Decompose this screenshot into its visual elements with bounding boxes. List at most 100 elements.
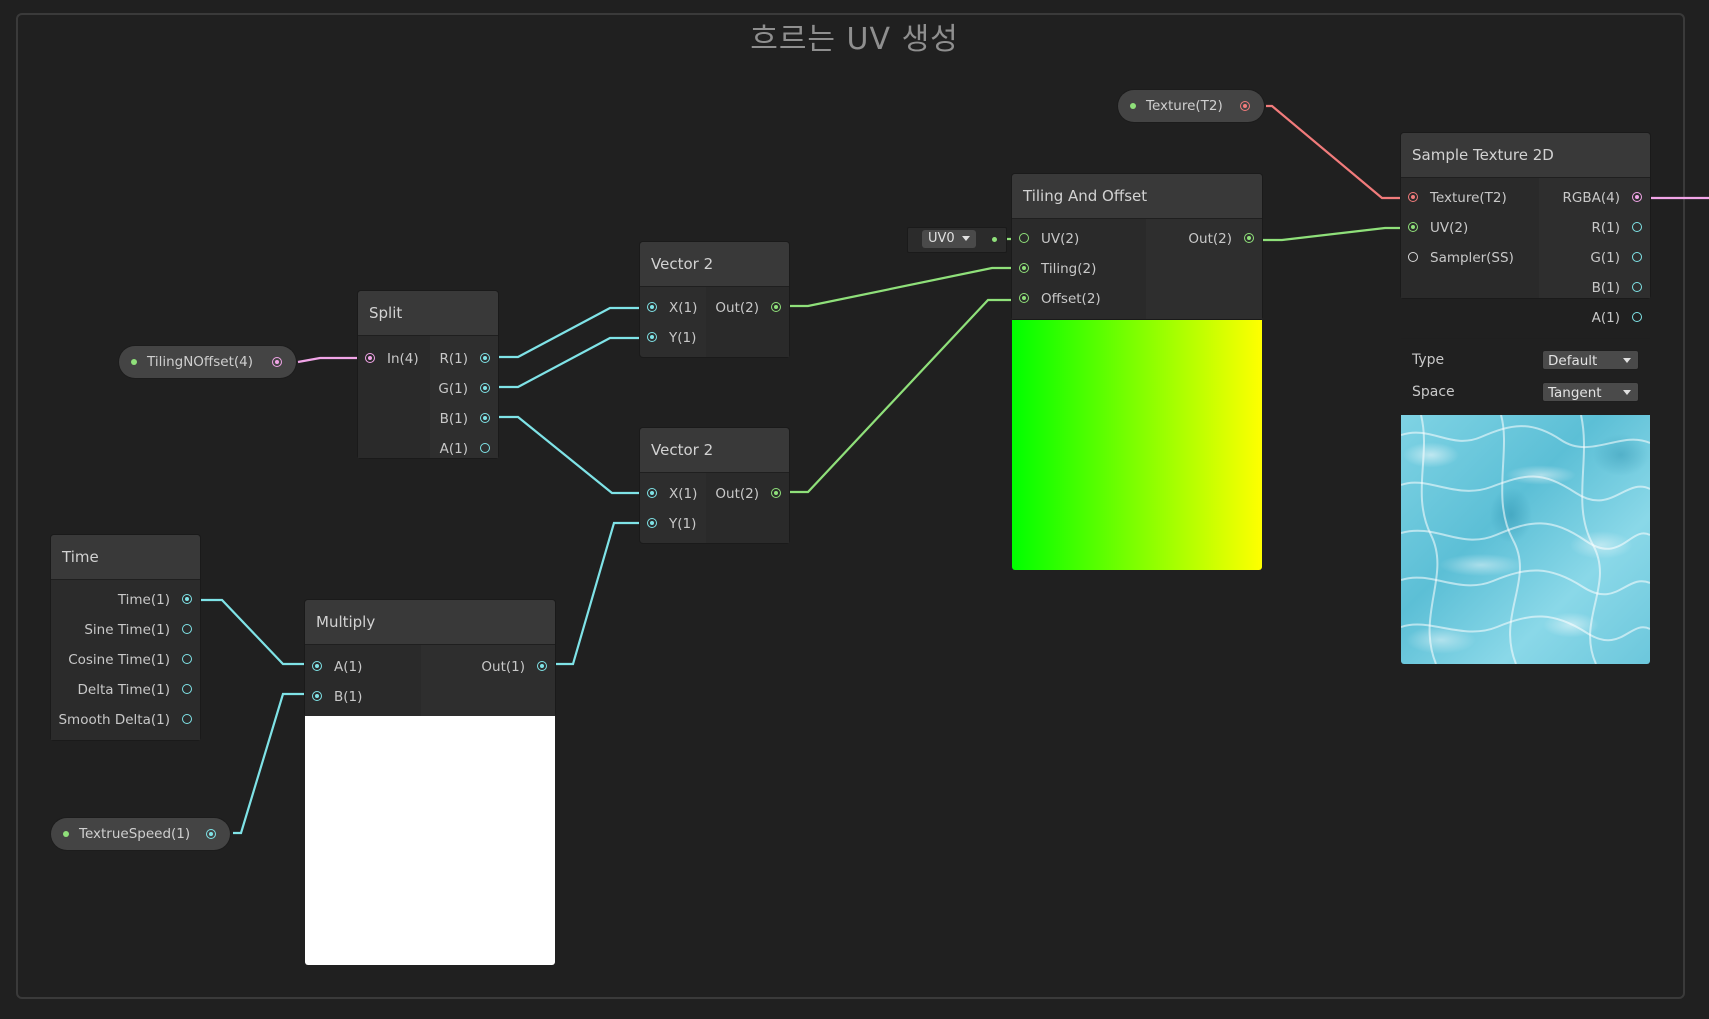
property-texture-speed[interactable]: TextrueSpeed(1): [51, 818, 230, 850]
output-port-r[interactable]: R(1): [430, 344, 498, 374]
output-port-out[interactable]: Out(2): [706, 479, 789, 509]
port-icon[interactable]: [1632, 312, 1642, 322]
port-label: Y(1): [669, 330, 697, 346]
port-icon[interactable]: [537, 661, 547, 671]
port-icon[interactable]: [312, 661, 322, 671]
output-port-r[interactable]: R(1): [1539, 213, 1650, 243]
port-icon[interactable]: [1019, 263, 1029, 273]
input-port-y[interactable]: Y(1): [640, 509, 706, 539]
port-icon[interactable]: [1632, 252, 1642, 262]
input-port-texture[interactable]: Texture(T2): [1401, 183, 1539, 213]
port-icon[interactable]: [182, 624, 192, 634]
output-port-g[interactable]: G(1): [430, 374, 498, 404]
output-port-icon[interactable]: [272, 357, 282, 367]
uv-output-indicator-icon: [992, 237, 997, 242]
uv-channel-select[interactable]: UV0: [907, 227, 1007, 253]
node-title[interactable]: Vector 2: [640, 242, 789, 287]
port-icon[interactable]: [1244, 233, 1254, 243]
port-label: A(1): [1591, 310, 1620, 326]
port-label: Smooth Delta(1): [58, 712, 170, 728]
port-label: In(4): [387, 351, 419, 367]
port-icon[interactable]: [647, 302, 657, 312]
port-label: UV(2): [1430, 220, 1469, 236]
port-icon[interactable]: [1408, 252, 1418, 262]
port-icon[interactable]: [480, 443, 490, 453]
input-port-a[interactable]: A(1): [305, 652, 421, 682]
property-indicator-icon: [1130, 103, 1136, 109]
input-port-b[interactable]: B(1): [305, 682, 421, 712]
space-dropdown[interactable]: Tangent: [1542, 382, 1639, 402]
output-port-icon[interactable]: [1240, 101, 1250, 111]
input-port-in[interactable]: In(4): [358, 344, 430, 374]
vector2-node-a[interactable]: Vector 2 X(1) Y(1) Out(2): [640, 242, 789, 357]
port-icon[interactable]: [647, 518, 657, 528]
node-title[interactable]: Vector 2: [640, 428, 789, 473]
node-title[interactable]: Split: [358, 291, 498, 336]
multiply-node[interactable]: Multiply A(1) B(1) Out(1): [305, 600, 555, 965]
sample-texture-2d-node[interactable]: Sample Texture 2D Texture(T2) UV(2) Samp…: [1401, 133, 1650, 664]
output-port-icon[interactable]: [206, 829, 216, 839]
type-dropdown[interactable]: Default: [1542, 350, 1639, 370]
input-port-x[interactable]: X(1): [640, 479, 706, 509]
output-port-time[interactable]: Time(1): [51, 585, 200, 615]
output-port-a[interactable]: A(1): [430, 434, 498, 464]
port-label: Out(2): [715, 486, 759, 502]
port-icon[interactable]: [1408, 222, 1418, 232]
output-port-b[interactable]: B(1): [430, 404, 498, 434]
output-port-delta-time[interactable]: Delta Time(1): [51, 675, 200, 705]
input-port-y[interactable]: Y(1): [640, 323, 706, 353]
wire-vec-b-to-offset: [780, 298, 1022, 494]
port-icon[interactable]: [1408, 192, 1418, 202]
input-port-tiling[interactable]: Tiling(2): [1012, 254, 1146, 284]
port-icon[interactable]: [1632, 282, 1642, 292]
port-icon[interactable]: [480, 413, 490, 423]
port-icon[interactable]: [1019, 293, 1029, 303]
output-port-sine-time[interactable]: Sine Time(1): [51, 615, 200, 645]
split-node[interactable]: Split In(4) R(1) G(1) B(1) A(1): [358, 291, 498, 458]
port-icon[interactable]: [647, 332, 657, 342]
uv-channel-dropdown[interactable]: UV0: [922, 230, 976, 248]
port-icon[interactable]: [771, 488, 781, 498]
node-title[interactable]: Multiply: [305, 600, 555, 645]
input-port-offset[interactable]: Offset(2): [1012, 284, 1146, 314]
port-icon[interactable]: [1019, 233, 1029, 243]
port-icon[interactable]: [182, 714, 192, 724]
output-port-a[interactable]: A(1): [1539, 303, 1650, 333]
output-port-smooth-delta[interactable]: Smooth Delta(1): [51, 705, 200, 735]
input-port-x[interactable]: X(1): [640, 293, 706, 323]
output-port-out[interactable]: Out(1): [421, 652, 555, 682]
port-icon[interactable]: [1632, 192, 1642, 202]
node-title[interactable]: Time: [51, 535, 200, 580]
port-label: Sampler(SS): [1430, 250, 1514, 266]
output-port-cosine-time[interactable]: Cosine Time(1): [51, 645, 200, 675]
property-texture[interactable]: Texture(T2): [1118, 90, 1264, 122]
input-port-uv[interactable]: UV(2): [1401, 213, 1539, 243]
port-icon[interactable]: [1632, 222, 1642, 232]
time-node[interactable]: Time Time(1) Sine Time(1) Cosine Time(1)…: [51, 535, 200, 740]
port-icon[interactable]: [182, 684, 192, 694]
tiling-and-offset-node[interactable]: Tiling And Offset UV(2) Tiling(2) Offset…: [1012, 174, 1262, 570]
input-port-uv[interactable]: UV(2): [1012, 224, 1146, 254]
vector2-node-b[interactable]: Vector 2 X(1) Y(1) Out(2): [640, 428, 789, 543]
chevron-down-icon: [1623, 358, 1631, 363]
output-port-rgba[interactable]: RGBA(4): [1539, 183, 1650, 213]
output-port-b[interactable]: B(1): [1539, 273, 1650, 303]
port-icon[interactable]: [365, 353, 375, 363]
output-port-g[interactable]: G(1): [1539, 243, 1650, 273]
type-value: Default: [1548, 353, 1598, 369]
property-tiling-offset[interactable]: TilingNOffset(4): [119, 346, 296, 378]
output-port-out[interactable]: Out(2): [1146, 224, 1262, 254]
node-title[interactable]: Sample Texture 2D: [1401, 133, 1650, 178]
port-icon[interactable]: [647, 488, 657, 498]
port-icon[interactable]: [480, 353, 490, 363]
node-title[interactable]: Tiling And Offset: [1012, 174, 1262, 219]
port-label: Sine Time(1): [84, 622, 170, 638]
input-port-sampler[interactable]: Sampler(SS): [1401, 243, 1539, 273]
wire-texture-to-sample: [1266, 104, 1412, 200]
port-icon[interactable]: [480, 383, 490, 393]
output-port-out[interactable]: Out(2): [706, 293, 789, 323]
port-icon[interactable]: [312, 691, 322, 701]
port-icon[interactable]: [771, 302, 781, 312]
port-icon[interactable]: [182, 594, 192, 604]
port-icon[interactable]: [182, 654, 192, 664]
